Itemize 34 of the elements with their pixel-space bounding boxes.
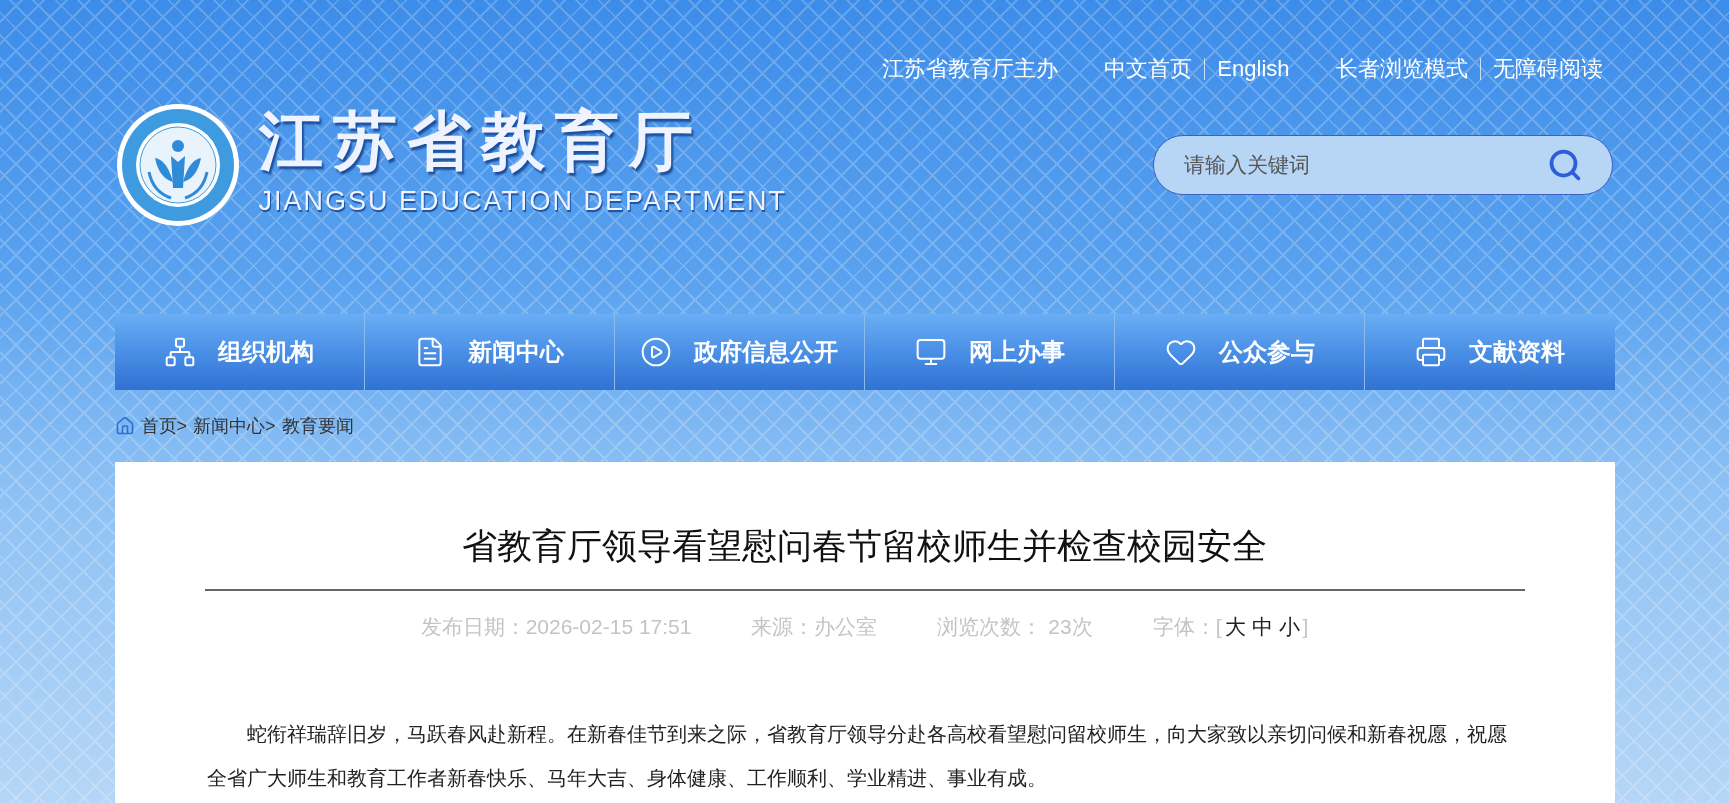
search-field[interactable]: 请输入关键词 (1152, 135, 1613, 195)
header-link[interactable]: 长者浏览模式 (1335, 58, 1468, 80)
emblem-icon (114, 102, 241, 228)
monitor-icon (914, 336, 947, 368)
nav-item[interactable]: 文献资料 (1365, 314, 1615, 390)
site-title: 江苏省教育厅 (258, 108, 704, 173)
font-size-link[interactable]: 大 (1224, 610, 1246, 642)
printer-icon (1414, 336, 1447, 368)
font-size-link[interactable]: 中 (1251, 610, 1273, 642)
play-circle-icon (640, 336, 673, 368)
breadcrumb-link[interactable]: 首页> (140, 412, 187, 440)
nav-item[interactable]: 网上办事 (865, 314, 1116, 390)
home-icon[interactable] (114, 416, 135, 436)
bracket: [ (1215, 613, 1222, 640)
nav-item[interactable]: 组织机构 (114, 314, 365, 390)
header-link[interactable]: 无障碍阅读 (1492, 58, 1603, 80)
org-chart-icon (164, 336, 197, 368)
meta-text: 来源：办公室 (751, 613, 878, 640)
breadcrumb-link[interactable]: 教育要闻 (281, 412, 354, 440)
header-link[interactable]: 中文首页 (1104, 58, 1193, 80)
breadcrumb-link[interactable]: 新闻中心> (193, 412, 276, 440)
article-paragraph: 蛇衔祥瑞辞旧岁，马跃春风赴新程。在新春佳节到来之际，省教育厅领导分赴各高校看望慰问留校师生，向大家致以亲切问候和新春祝愿，祝愿全省广大师生和教育工作者新春快乐、马年大吉、身体健康、工作顺利、学业精进、事业有成。 (205, 722, 1508, 791)
nav-item[interactable]: 政府信息公开 (614, 314, 865, 390)
nav-item[interactable]: 新闻中心 (364, 314, 615, 390)
site-subtitle: JIANGSU EDUCATION DEPARTMENT (258, 184, 788, 218)
organizer-text: 江苏省教育厅主办 (882, 58, 1059, 80)
meta-text: 发布日期：2026-02-15 17:51 (420, 613, 692, 640)
nav-item[interactable]: 公众参与 (1115, 314, 1366, 390)
font-size-label: 字体： (1152, 613, 1216, 640)
header-link[interactable]: English (1217, 58, 1290, 80)
font-size-link[interactable]: 小 (1278, 610, 1300, 642)
meta-text: 浏览次数： 23次 (937, 613, 1093, 640)
article-title: 省教育厅领导看望慰问春节留校师生并检查校园安全 (204, 520, 1525, 591)
bracket: ] (1302, 613, 1309, 640)
